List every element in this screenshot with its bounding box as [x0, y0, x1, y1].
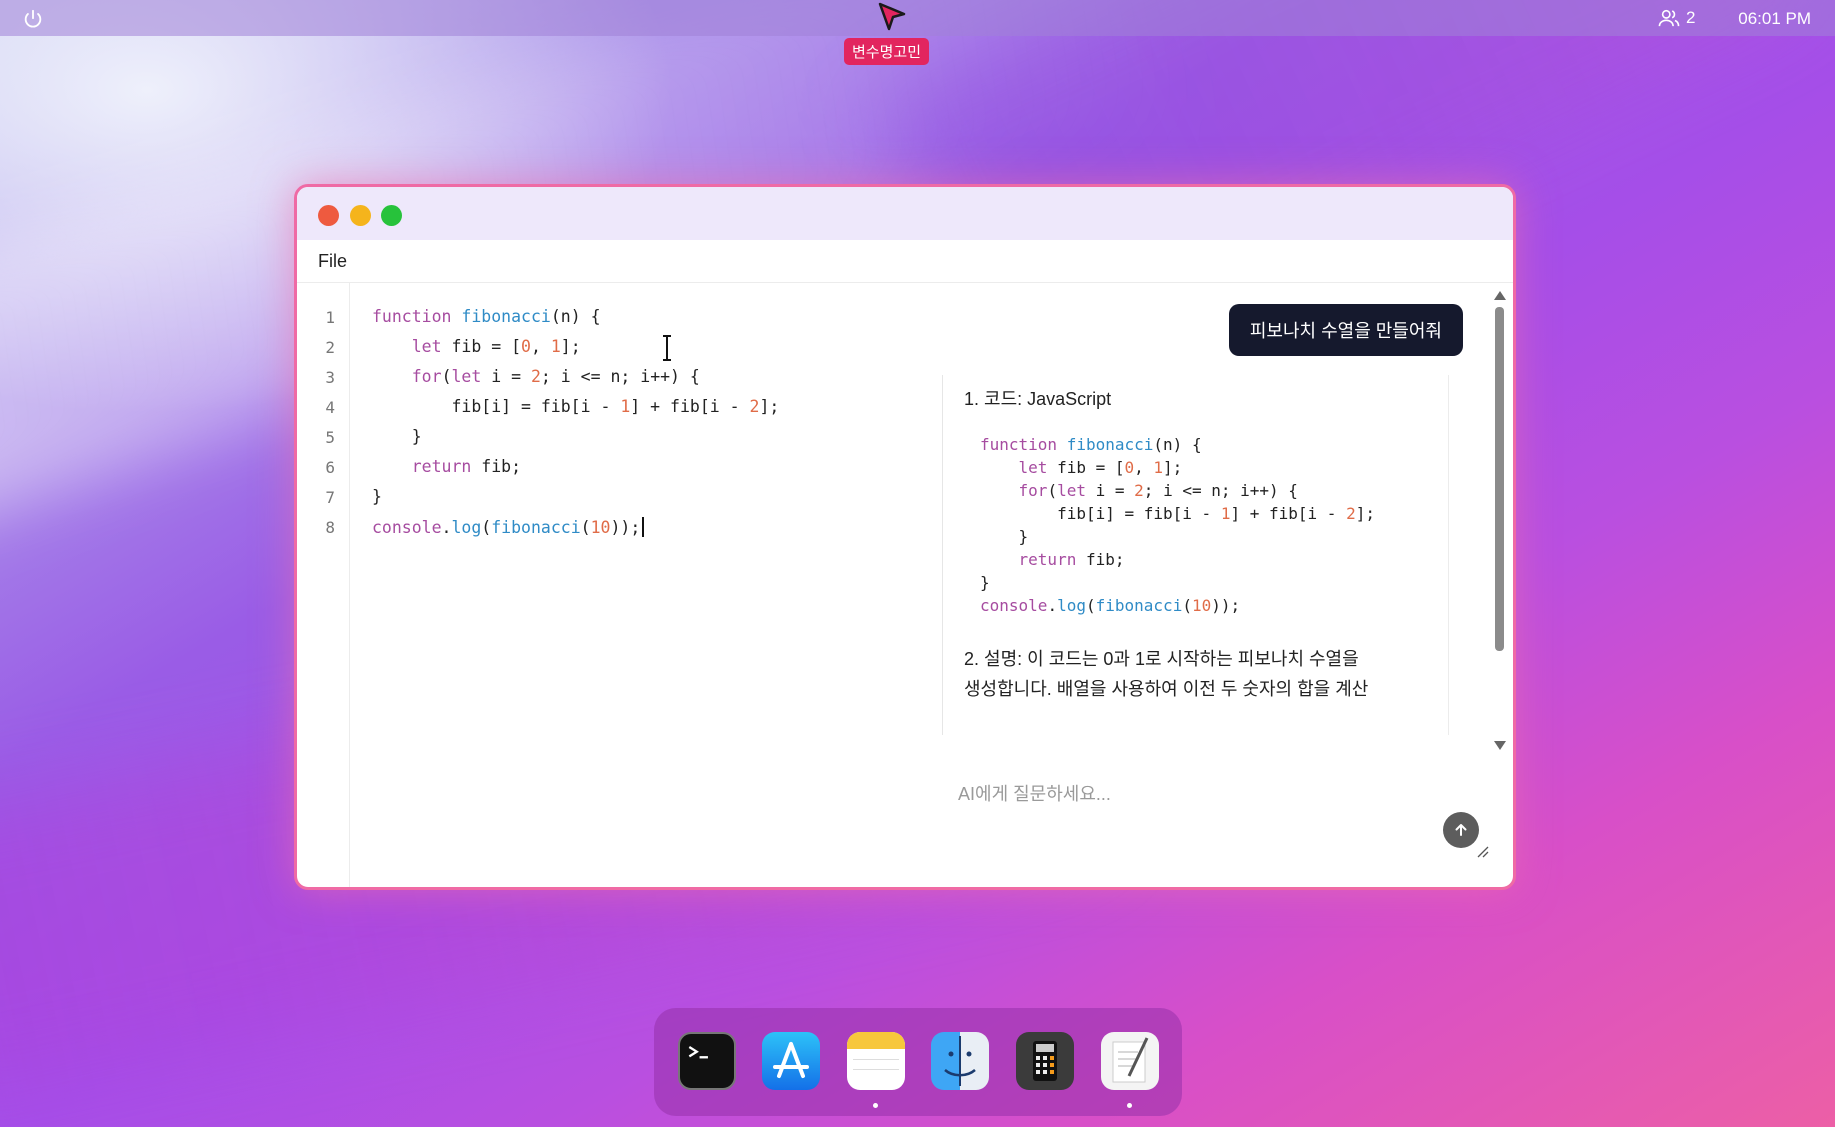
running-indicator	[1127, 1103, 1132, 1108]
line-number: 7	[325, 488, 335, 507]
line-number: 8	[325, 518, 335, 537]
code-token: function	[980, 435, 1058, 454]
code-line: }	[372, 487, 382, 506]
file-menu[interactable]: File	[318, 251, 347, 272]
menu-bar: 2 06:01 PM	[0, 0, 1835, 36]
remote-cursor-label: 변수명고민	[844, 38, 930, 65]
ai-chat-panel: 피보나치 수열을 만들어줘 1. 코드: JavaScript function…	[942, 283, 1513, 887]
window-menu: File	[297, 240, 1513, 283]
chat-scrollbar[interactable]	[1491, 283, 1507, 753]
code-editor-window: File 1 2 3 4 5 6 7 8 function fibonacci(…	[294, 184, 1516, 890]
code-token: let	[411, 337, 442, 356]
user-message-bubble: 피보나치 수열을 만들어줘	[1228, 304, 1463, 356]
code-token: 2	[749, 397, 760, 416]
line-number: 1	[325, 308, 335, 327]
code-line: }	[372, 427, 422, 446]
code-token: 2	[1134, 481, 1144, 500]
dock	[654, 1008, 1182, 1116]
code-line: for(let i = 2; i <= n; i++) {	[411, 367, 700, 386]
line-number: 2	[325, 338, 335, 357]
code-token: return	[411, 457, 472, 476]
users-indicator[interactable]: 2	[1658, 8, 1695, 28]
code-token: 10	[590, 518, 611, 537]
code-token: let	[451, 367, 482, 386]
code-token: console	[980, 596, 1048, 615]
code-line: return fib;	[411, 457, 522, 476]
code-token: 1	[550, 337, 561, 356]
ai-reply: 1. 코드: JavaScript function fibonacci(n) …	[942, 375, 1449, 735]
notes-app-icon[interactable]	[847, 1032, 905, 1090]
text-cursor-icon	[663, 335, 671, 361]
arrow-up-icon	[1455, 824, 1467, 836]
title-bar	[297, 187, 1513, 240]
code-token: fibonacci	[491, 518, 581, 537]
remote-cursor-icon	[878, 2, 906, 31]
code-line: let fib = [0, 1];	[411, 337, 581, 356]
text-caret	[642, 517, 645, 537]
code-token: console	[372, 518, 442, 537]
close-window-button[interactable]	[318, 205, 339, 226]
code-token: log	[451, 518, 482, 537]
code-token: fibonacci	[461, 307, 551, 326]
scroll-thumb[interactable]	[1495, 307, 1504, 651]
line-number: 4	[325, 398, 335, 417]
code-token: function	[372, 307, 452, 326]
send-button[interactable]	[1443, 812, 1479, 848]
code-editor[interactable]: 1 2 3 4 5 6 7 8 function fibonacci(n) { …	[297, 283, 942, 887]
code-token: 2	[1346, 504, 1356, 523]
reply-code-line: let fib = [0, 1];	[1018, 458, 1183, 477]
scroll-down-arrow-icon[interactable]	[1494, 741, 1506, 750]
resize-handle-icon[interactable]	[1477, 846, 1489, 858]
reply-code-line: function fibonacci(n) {	[980, 435, 1202, 454]
user-count: 2	[1686, 8, 1696, 27]
code-token: fibonacci	[1066, 435, 1154, 454]
code-token: let	[1018, 458, 1048, 477]
line-number-gutter: 1 2 3 4 5 6 7 8	[297, 283, 350, 887]
code-token: 0	[521, 337, 531, 356]
code-line: console.log(fibonacci(10));	[372, 517, 645, 537]
code-token: return	[1018, 550, 1077, 569]
code-token: 1	[620, 397, 631, 416]
line-number: 5	[325, 428, 335, 447]
minimize-window-button[interactable]	[350, 205, 371, 226]
code-line: function fibonacci(n) {	[372, 307, 601, 326]
terminal-app-icon[interactable]	[678, 1032, 736, 1090]
users-icon	[1658, 9, 1680, 27]
reply-code-line: console.log(fibonacci(10));	[980, 596, 1241, 615]
code-token: 2	[530, 367, 541, 386]
reply-code-line: for(let i = 2; i <= n; i++) {	[1018, 481, 1298, 500]
code-token: 1	[1153, 458, 1164, 477]
code-token: for	[1018, 481, 1048, 500]
code-token: 10	[1191, 596, 1212, 615]
reply-code-line: }	[980, 573, 990, 592]
ai-question-input[interactable]	[956, 773, 1500, 815]
code-token: for	[411, 367, 442, 386]
reply-code-line: return fib;	[1018, 550, 1125, 569]
text-edit-app-icon[interactable]	[1101, 1032, 1159, 1090]
line-number: 6	[325, 458, 335, 477]
code-token: 1	[1220, 504, 1231, 523]
reply-explanation: 2. 설명: 이 코드는 0과 1로 시작하는 피보나치 수열을	[964, 649, 1359, 669]
power-icon[interactable]	[22, 8, 44, 30]
app-store-icon[interactable]	[762, 1032, 820, 1090]
clock: 06:01 PM	[1738, 9, 1811, 28]
reply-code-line: fib[i] = fib[i - 1] + fib[i - 2];	[980, 504, 1375, 523]
code-token: log	[1057, 596, 1086, 615]
code-token: let	[1057, 481, 1086, 500]
scroll-up-arrow-icon[interactable]	[1494, 291, 1506, 300]
code-token: fibonacci	[1095, 596, 1183, 615]
code-line: fib[i] = fib[i - 1] + fib[i - 2];	[372, 397, 780, 416]
reply-heading: 1. 코드: JavaScript	[964, 389, 1112, 409]
code-token: 0	[1124, 458, 1135, 477]
line-number: 3	[325, 368, 335, 387]
running-indicator	[873, 1103, 878, 1108]
reply-explanation: 생성합니다. 배열을 사용하여 이전 두 숫자의 합을 계산	[964, 679, 1369, 699]
reply-code-line: }	[980, 527, 1029, 546]
calculator-app-icon[interactable]	[1016, 1032, 1074, 1090]
finder-app-icon[interactable]	[931, 1032, 989, 1090]
maximize-window-button[interactable]	[381, 205, 402, 226]
